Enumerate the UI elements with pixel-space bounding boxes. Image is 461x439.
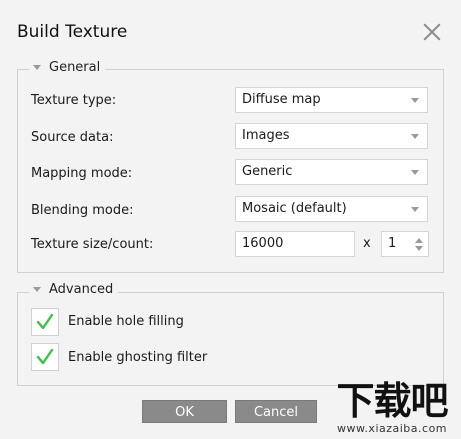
dropdown-arrow-icon	[411, 170, 419, 175]
ghosting-filter-label: Enable ghosting filter	[68, 350, 208, 365]
checkmark-icon	[36, 348, 54, 365]
texture-size-label: Texture size/count:	[31, 237, 154, 252]
source-data-select[interactable]: Images	[235, 123, 428, 149]
source-data-label: Source data:	[31, 130, 114, 145]
texture-type-select[interactable]: Diffuse map	[235, 87, 428, 113]
watermark-logo: 下载吧 www.xiazaiba.com	[323, 378, 461, 439]
general-group-label: General	[49, 60, 101, 75]
blending-mode-value: Mosaic (default)	[242, 201, 347, 216]
mapping-mode-value: Generic	[242, 164, 293, 179]
texture-count-value: 1	[388, 236, 397, 251]
mapping-mode-label: Mapping mode:	[31, 166, 133, 181]
source-data-value: Images	[242, 128, 290, 143]
watermark-url: www.xiazaiba.com	[336, 422, 448, 435]
collapse-triangle-icon	[33, 287, 41, 292]
advanced-group	[17, 292, 444, 386]
close-icon[interactable]	[420, 20, 444, 44]
spin-up-icon[interactable]	[415, 238, 423, 243]
times-separator: x	[363, 236, 371, 251]
watermark-logo-text: 下载吧	[336, 379, 448, 423]
mapping-mode-select[interactable]: Generic	[235, 159, 428, 185]
collapse-triangle-icon	[33, 65, 41, 70]
dropdown-arrow-icon	[411, 98, 419, 103]
hole-filling-checkbox[interactable]	[31, 308, 59, 336]
texture-count-spinbox[interactable]: 1	[381, 231, 429, 257]
checkmark-icon	[36, 313, 54, 330]
spin-down-icon[interactable]	[415, 246, 423, 251]
general-group-header[interactable]: General	[29, 60, 106, 75]
dropdown-arrow-icon	[411, 134, 419, 139]
hole-filling-label: Enable hole filling	[68, 314, 184, 329]
texture-type-label: Texture type:	[31, 93, 117, 108]
cancel-button[interactable]: Cancel	[235, 400, 317, 423]
dialog-title: Build Texture	[17, 22, 128, 42]
advanced-group-label: Advanced	[49, 282, 114, 297]
advanced-group-header[interactable]: Advanced	[29, 282, 119, 297]
texture-type-value: Diffuse map	[242, 92, 321, 107]
build-texture-dialog: Build Texture General Texture type: Diff…	[0, 0, 461, 439]
ghosting-filter-checkbox[interactable]	[31, 343, 59, 371]
ok-button[interactable]: OK	[142, 400, 227, 423]
blending-mode-label: Blending mode:	[31, 203, 134, 218]
blending-mode-select[interactable]: Mosaic (default)	[235, 196, 428, 222]
dropdown-arrow-icon	[411, 207, 419, 212]
texture-size-input[interactable]: 16000	[235, 231, 355, 257]
